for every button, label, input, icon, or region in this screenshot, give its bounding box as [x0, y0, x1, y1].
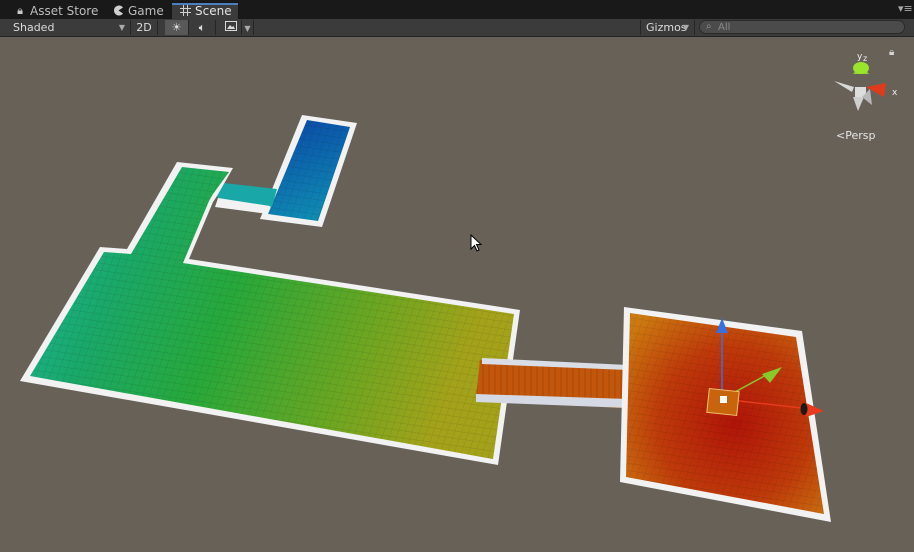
effects-dropdown[interactable]: ▼: [242, 20, 254, 35]
draw-mode-dropdown[interactable]: Shaded ▼: [0, 20, 131, 35]
tab-asset-store-label: Asset Store: [30, 3, 99, 18]
scene-search-field[interactable]: ⌕: [699, 20, 905, 34]
gizmos-dropdown[interactable]: Gizmos ▼: [640, 20, 695, 35]
tab-game-label: Game: [128, 3, 164, 18]
projection-toggle[interactable]: <Persp: [836, 129, 875, 142]
scene-render: y z x: [20, 52, 898, 522]
grid-icon: [180, 5, 191, 17]
tab-asset-store[interactable]: 🔒︎ Asset Store: [6, 2, 106, 19]
pacman-icon: [112, 5, 124, 17]
bridge: [476, 358, 630, 409]
chevron-down-icon: ▼: [682, 23, 689, 32]
lock-icon: 🔒︎: [17, 3, 23, 17]
search-icon: ⌕: [706, 21, 712, 32]
image-icon: [225, 21, 237, 34]
axis-label-z: z: [863, 54, 867, 63]
tab-scene[interactable]: Scene: [171, 2, 239, 19]
upper-corridor: [214, 182, 277, 214]
unity-scene-window: 🔒︎ Asset Store Game Scene ▾≡ Shaded ▼ 2D…: [0, 0, 914, 552]
toggle-2d-label: 2D: [136, 21, 152, 34]
mouse-cursor-icon: [470, 234, 482, 252]
scene-toolbar: Shaded ▼ 2D ☀ 🔈︎ ▼ Gizmos ▼ ⌕: [0, 19, 914, 37]
tab-game[interactable]: Game: [104, 2, 172, 19]
speaker-icon: 🔈︎: [198, 21, 206, 34]
toggle-2d-button[interactable]: 2D: [131, 20, 158, 35]
scene-viewport[interactable]: y z x 🔒︎ <Persp: [0, 37, 914, 552]
lock-icon[interactable]: 🔒︎: [889, 47, 894, 58]
projection-label: Persp: [845, 129, 876, 142]
chevron-down-icon: ▼: [118, 23, 125, 32]
tab-menu-icon[interactable]: ▾≡: [898, 3, 913, 15]
axis-label-x: x: [892, 88, 898, 98]
gizmos-label: Gizmos: [646, 21, 687, 34]
draw-mode-label: Shaded: [13, 21, 55, 34]
persp-icon: <: [836, 129, 846, 142]
sun-icon: ☀: [171, 21, 182, 34]
audio-toggle[interactable]: 🔈︎: [189, 20, 216, 35]
effects-toggle[interactable]: [220, 20, 242, 35]
tab-bar: 🔒︎ Asset Store Game Scene ▾≡: [0, 0, 914, 20]
blue-room: [260, 115, 357, 227]
orientation-gizmo[interactable]: y z x: [834, 52, 898, 111]
chevron-down-icon: ▼: [244, 24, 251, 33]
lighting-toggle[interactable]: ☀: [165, 20, 189, 35]
tab-scene-label: Scene: [195, 4, 232, 18]
search-input[interactable]: [718, 21, 898, 33]
